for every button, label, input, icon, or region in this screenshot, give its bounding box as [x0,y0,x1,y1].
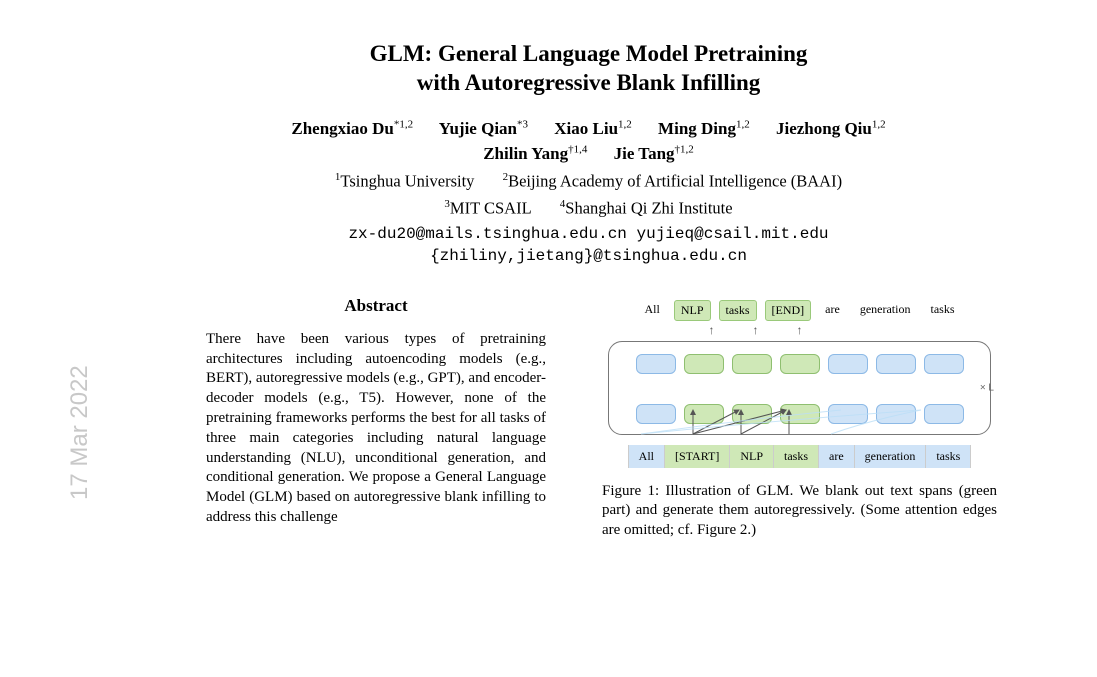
title-line-2: with Autoregressive Blank Infilling [417,70,761,95]
author: Xiao Liu [554,119,618,138]
fig-token: tasks [719,300,757,321]
affiliations-row-2: 3MIT CSAIL 4Shanghai Qi Zhi Institute [180,196,997,221]
paper-page: GLM: General Language Model Pretraining … [0,0,1097,540]
layer-node [636,404,676,424]
email-line-1: zx-du20@mails.tsinghua.edu.cn yujieq@csa… [180,223,997,245]
layer-node [828,354,868,374]
fig-token: [END] [765,300,812,321]
arrow-up-icon: ↑ [782,325,818,339]
figure-top-layer [621,354,978,374]
figure-bottom-layer [621,404,978,424]
affiliations-row-1: 1Tsinghua University 2Beijing Academy of… [180,169,997,194]
fig-token: tasks [774,445,819,468]
authors-row-2: Zhilin Yang†1,4 Jie Tang†1,2 [180,141,997,167]
fig-token: tasks [926,445,971,468]
arrow-up-icon: ↑ [694,325,730,339]
layer-node [780,404,820,424]
layer-node [684,354,724,374]
figure-output-tokens: All NLP tasks [END] are generation tasks [602,300,997,321]
abstract-body: There have been various types of pretrai… [180,330,572,528]
authors-row-1: Zhengxiao Du*1,2 Yujie Qian*3 Xiao Liu1,… [180,116,997,142]
figure-column: All NLP tasks [END] are generation tasks… [602,296,997,541]
fig-token: [START] [665,445,730,468]
figure-model-box: × L [608,341,991,435]
fig-token: tasks [924,300,960,321]
author: Yujie Qian [439,119,517,138]
fig-token: are [819,445,855,468]
emails: zx-du20@mails.tsinghua.edu.cn yujieq@csa… [180,223,997,268]
fig-token: All [628,445,665,468]
layer-node [684,404,724,424]
fig-token: generation [854,300,917,321]
arxiv-date-watermark: 17 Mar 2022 [66,365,94,500]
fig-token: NLP [730,445,774,468]
author: Jie Tang [614,144,675,163]
title-line-1: GLM: General Language Model Pretraining [370,41,808,66]
abstract-heading: Abstract [180,296,572,316]
layer-node [636,354,676,374]
layer-repeat-label: × L [980,382,994,393]
layer-node [780,354,820,374]
fig-token: are [819,300,846,321]
author: Ming Ding [658,119,736,138]
author: Zhengxiao Du [291,119,394,138]
author: Jiezhong Qiu [776,119,872,138]
fig-token: All [639,300,666,321]
author: Zhilin Yang [483,144,568,163]
layer-node [924,354,964,374]
layer-node [732,354,772,374]
fig-token: generation [855,445,927,468]
layer-node [876,404,916,424]
figure-input-tokens: All [START] NLP tasks are generation tas… [602,445,997,468]
layer-node [876,354,916,374]
layer-node [732,404,772,424]
figure-up-arrows: ↑ ↑ ↑ [602,325,997,339]
email-line-2: {zhiliny,jietang}@tsinghua.edu.cn [180,245,997,267]
figure-caption: Figure 1: Illustration of GLM. We blank … [602,482,997,541]
layer-node [924,404,964,424]
arrow-up-icon: ↑ [738,325,774,339]
abstract-column: Abstract There have been various types o… [180,296,572,541]
fig-token: NLP [674,300,711,321]
paper-title: GLM: General Language Model Pretraining … [180,40,997,98]
layer-node [828,404,868,424]
